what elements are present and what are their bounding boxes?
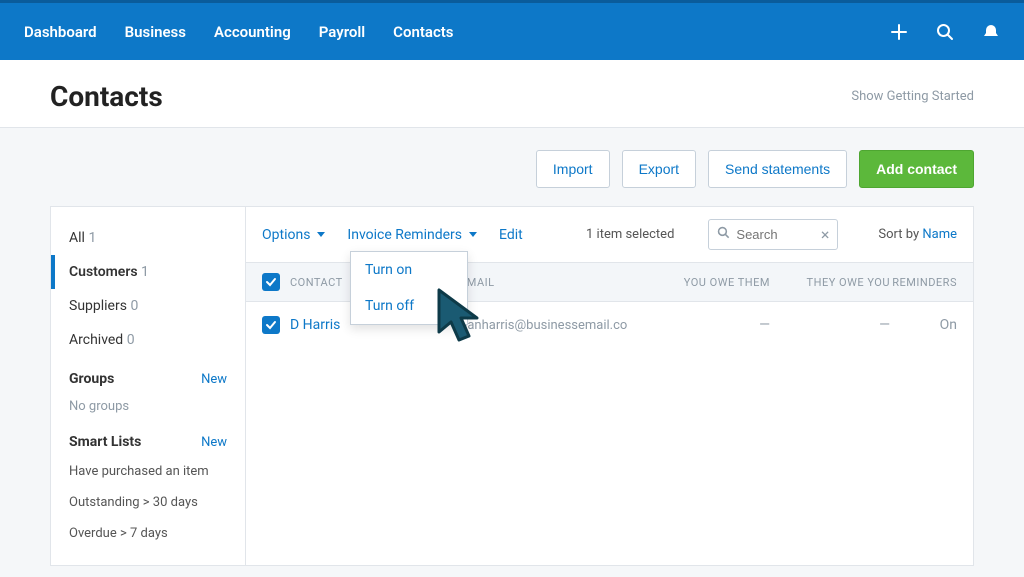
edit-link[interactable]: Edit	[499, 227, 523, 243]
import-button[interactable]: Import	[536, 150, 610, 188]
row-checkbox[interactable]	[262, 316, 280, 334]
send-statements-button[interactable]: Send statements	[708, 150, 847, 188]
top-nav: Dashboard Business Accounting Payroll Co…	[0, 0, 1024, 60]
smart-label: Smart Lists	[69, 434, 141, 450]
filter-count: 1	[88, 230, 96, 246]
smartlist-overdue[interactable]: Overdue > 7 days	[51, 518, 245, 549]
reminders-value: On	[940, 317, 957, 333]
sidebar: All 1 Customers 1 Suppliers 0 Archived 0…	[50, 206, 245, 566]
turn-off-option[interactable]: Turn off	[351, 288, 467, 324]
add-icon[interactable]	[890, 23, 908, 41]
invoice-reminders-dropdown[interactable]: Invoice Reminders	[347, 227, 477, 243]
invoice-reminders-label: Invoice Reminders	[347, 227, 462, 243]
they-owe-value: —	[879, 317, 890, 333]
contact-name-link[interactable]: D Harris	[290, 317, 340, 333]
sidebar-filter-all[interactable]: All 1	[51, 221, 245, 255]
search-input[interactable]	[736, 227, 806, 242]
main-panel: Options Invoice Reminders Edit 1 item se…	[245, 206, 974, 566]
th-reminders: REMINDERS	[890, 276, 957, 289]
nav-business[interactable]: Business	[125, 3, 186, 61]
contact-email: danharris@businessemail.co	[460, 318, 627, 333]
options-label: Options	[262, 227, 310, 243]
groups-empty: No groups	[51, 393, 245, 420]
th-email: EMAIL	[460, 276, 650, 289]
magnifier-icon	[717, 226, 731, 244]
sort-by: Sort by Name	[878, 227, 957, 242]
filter-count: 0	[130, 298, 138, 314]
th-you-owe: YOU OWE THEM	[650, 276, 770, 289]
smartlist-outstanding[interactable]: Outstanding > 30 days	[51, 487, 245, 518]
groups-label: Groups	[69, 371, 114, 387]
filter-label: All	[69, 230, 85, 246]
show-getting-started-link[interactable]: Show Getting Started	[851, 89, 974, 104]
filter-label: Archived	[69, 332, 123, 348]
sort-label: Sort by	[878, 227, 922, 242]
filter-count: 1	[141, 264, 149, 280]
export-button[interactable]: Export	[622, 150, 696, 188]
nav-payroll[interactable]: Payroll	[319, 3, 365, 61]
sort-value-link[interactable]: Name	[922, 227, 957, 242]
bell-icon[interactable]	[982, 23, 1000, 41]
sidebar-smart-heading: Smart Lists New	[51, 420, 245, 456]
th-they-owe: THEY OWE YOU	[770, 276, 890, 289]
invoice-reminders-menu: Turn on Turn off	[350, 251, 468, 325]
sidebar-groups-heading: Groups New	[51, 357, 245, 393]
content: All 1 Customers 1 Suppliers 0 Archived 0…	[0, 206, 1024, 566]
clear-search-icon[interactable]: ×	[821, 225, 830, 244]
action-row: Import Export Send statements Add contac…	[0, 128, 1024, 206]
search-icon[interactable]	[936, 23, 954, 41]
select-all-checkbox[interactable]	[262, 273, 280, 291]
search-box[interactable]: ×	[708, 219, 838, 250]
page-header: Contacts Show Getting Started	[0, 60, 1024, 128]
new-group-link[interactable]: New	[201, 372, 227, 387]
nav-accounting[interactable]: Accounting	[214, 3, 291, 61]
nav-contacts[interactable]: Contacts	[393, 3, 453, 61]
sidebar-filter-suppliers[interactable]: Suppliers 0	[51, 289, 245, 323]
filter-label: Suppliers	[69, 298, 127, 314]
nav-list: Dashboard Business Accounting Payroll Co…	[24, 3, 890, 61]
add-contact-button[interactable]: Add contact	[859, 150, 974, 188]
selected-count: 1 item selected	[586, 227, 674, 242]
filter-label: Customers	[69, 264, 138, 280]
sidebar-filter-customers[interactable]: Customers 1	[51, 255, 245, 289]
smartlist-purchased[interactable]: Have purchased an item	[51, 456, 245, 487]
sidebar-filter-archived[interactable]: Archived 0	[51, 323, 245, 357]
filter-count: 0	[127, 332, 135, 348]
options-dropdown[interactable]: Options	[262, 227, 325, 243]
you-owe-value: —	[759, 317, 770, 333]
turn-on-option[interactable]: Turn on	[351, 252, 467, 288]
topbar-right	[890, 23, 1000, 41]
new-smartlist-link[interactable]: New	[201, 435, 227, 450]
caret-down-icon	[317, 232, 325, 237]
caret-down-icon	[469, 232, 477, 237]
nav-dashboard[interactable]: Dashboard	[24, 3, 97, 61]
page-title: Contacts	[50, 80, 163, 113]
